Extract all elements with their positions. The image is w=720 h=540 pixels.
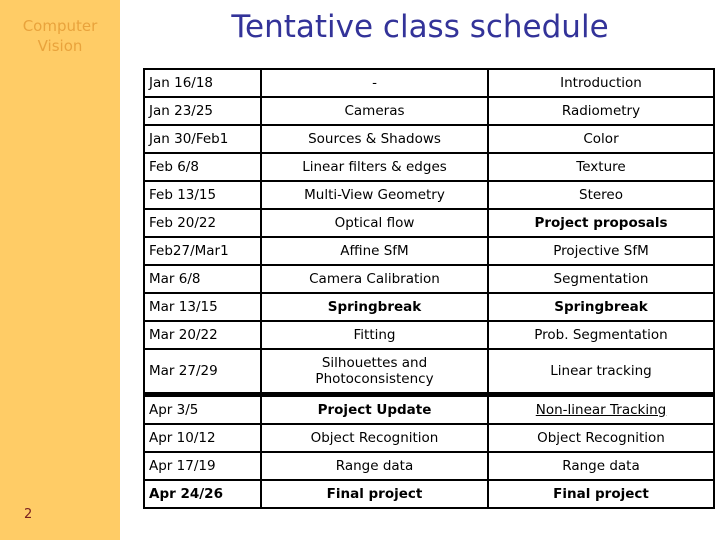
page-number: 2 (24, 507, 33, 522)
page-title: Tentative class schedule (231, 9, 609, 45)
schedule-table-container: Jan 16/18 - Introduction Jan 23/25 Camer… (143, 68, 715, 509)
table-row: Mar 20/22 Fitting Prob. Segmentation (143, 320, 715, 350)
table-row: Mar 27/29 Silhouettes and Photoconsisten… (143, 348, 715, 396)
schedule-topic-tuesday: - (260, 68, 489, 98)
schedule-date: Apr 10/12 (143, 423, 262, 453)
table-row: Apr 3/5 Project Update Non-linear Tracki… (143, 392, 715, 425)
schedule-date: Mar 6/8 (143, 264, 262, 294)
schedule-topic-tuesday: Optical flow (260, 208, 489, 238)
schedule-topic-thursday: Project proposals (487, 208, 715, 238)
schedule-date: Feb 13/15 (143, 180, 262, 210)
schedule-topic-thursday: Introduction (487, 68, 715, 98)
schedule-date: Mar 13/15 (143, 292, 262, 322)
schedule-date: Apr 17/19 (143, 451, 262, 481)
schedule-topic-tuesday: Object Recognition (260, 423, 489, 453)
schedule-topic-tuesday: Silhouettes and Photoconsistency (260, 348, 489, 396)
schedule-date: Feb27/Mar1 (143, 236, 262, 266)
schedule-topic-thursday: Springbreak (487, 292, 715, 322)
table-row: Jan 16/18 - Introduction (143, 68, 715, 98)
schedule-topic-thursday: Projective SfM (487, 236, 715, 266)
schedule-topic-tuesday: Fitting (260, 320, 489, 350)
table-row: Feb 6/8 Linear filters & edges Texture (143, 152, 715, 182)
schedule-date: Feb 6/8 (143, 152, 262, 182)
schedule-date: Apr 3/5 (143, 392, 262, 425)
schedule-topic-thursday: Prob. Segmentation (487, 320, 715, 350)
schedule-topic-tuesday: Final project (260, 479, 489, 509)
schedule-topic-thursday: Object Recognition (487, 423, 715, 453)
schedule-topic-thursday: Linear tracking (487, 348, 715, 396)
schedule-topic-line2: Photoconsistency (315, 371, 434, 387)
schedule-date: Jan 23/25 (143, 96, 262, 126)
table-row: Jan 23/25 Cameras Radiometry (143, 96, 715, 126)
schedule-topic-tuesday: Sources & Shadows (260, 124, 489, 154)
table-row: Apr 17/19 Range data Range data (143, 451, 715, 481)
schedule-date: Apr 24/26 (143, 479, 262, 509)
schedule-topic-tuesday: Project Update (260, 392, 489, 425)
table-row: Feb 13/15 Multi-View Geometry Stereo (143, 180, 715, 210)
schedule-topic-thursday: Segmentation (487, 264, 715, 294)
schedule-date: Jan 16/18 (143, 68, 262, 98)
sidebar: Computer Vision 2 (0, 0, 120, 540)
table-row: Mar 13/15 Springbreak Springbreak (143, 292, 715, 322)
schedule-topic-tuesday: Cameras (260, 96, 489, 126)
schedule-topic-tuesday: Affine SfM (260, 236, 489, 266)
schedule-date: Feb 20/22 (143, 208, 262, 238)
schedule-topic-line1: Silhouettes and (321, 355, 428, 371)
schedule-topic-tuesday: Camera Calibration (260, 264, 489, 294)
course-title: Computer Vision (22, 17, 98, 55)
schedule-date: Jan 30/Feb1 (143, 124, 262, 154)
schedule-topic-thursday: Final project (487, 479, 715, 509)
schedule-topic-tuesday: Linear filters & edges (260, 152, 489, 182)
class-schedule-table: Jan 16/18 - Introduction Jan 23/25 Camer… (143, 68, 715, 509)
schedule-topic-thursday-text: Non-linear Tracking (535, 402, 667, 418)
schedule-topic-thursday: Non-linear Tracking (487, 392, 715, 425)
schedule-topic-tuesday: Range data (260, 451, 489, 481)
table-row: Apr 10/12 Object Recognition Object Reco… (143, 423, 715, 453)
schedule-topic-tuesday: Springbreak (260, 292, 489, 322)
schedule-topic-thursday: Radiometry (487, 96, 715, 126)
schedule-topic-thursday: Stereo (487, 180, 715, 210)
schedule-topic-thursday: Texture (487, 152, 715, 182)
schedule-topic-thursday: Color (487, 124, 715, 154)
table-row: Apr 24/26 Final project Final project (143, 479, 715, 509)
table-row: Feb 20/22 Optical flow Project proposals (143, 208, 715, 238)
table-row: Feb27/Mar1 Affine SfM Projective SfM (143, 236, 715, 266)
table-row: Mar 6/8 Camera Calibration Segmentation (143, 264, 715, 294)
schedule-date: Mar 27/29 (143, 348, 262, 396)
schedule-topic-tuesday: Multi-View Geometry (260, 180, 489, 210)
schedule-date: Mar 20/22 (143, 320, 262, 350)
schedule-topic-thursday: Range data (487, 451, 715, 481)
table-row: Jan 30/Feb1 Sources & Shadows Color (143, 124, 715, 154)
